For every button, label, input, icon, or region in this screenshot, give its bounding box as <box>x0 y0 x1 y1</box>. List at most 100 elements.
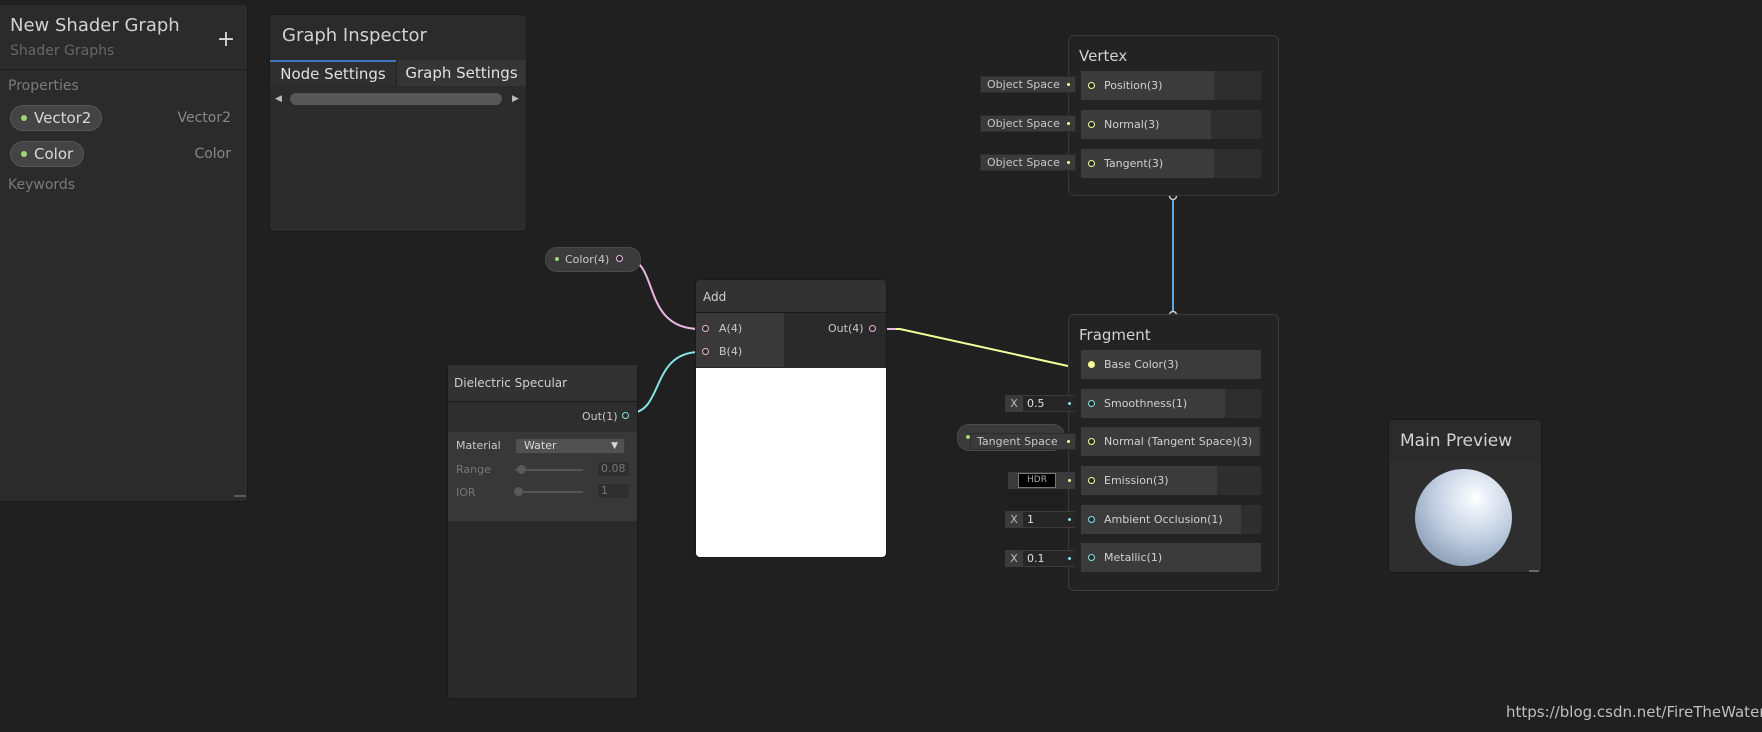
inspector-title: Graph Inspector <box>282 25 427 46</box>
wire-dielectric-to-add-b <box>629 351 701 414</box>
color-property-node[interactable]: Color(4) <box>545 247 641 272</box>
chip-port-icon <box>1068 518 1071 521</box>
blackboard-title: New Shader Graph <box>10 15 180 36</box>
input-port[interactable] <box>1088 477 1095 484</box>
add-inputs-area: A(4) B(4) <box>696 313 784 367</box>
ior-slider[interactable] <box>515 491 583 493</box>
input-port[interactable] <box>1088 160 1095 167</box>
ior-field[interactable]: 1 <box>597 483 630 499</box>
block-label: Emission(3) <box>1104 474 1169 487</box>
horizontal-scrollbar[interactable] <box>290 93 502 105</box>
fragment-block-normal[interactable]: Normal (Tangent Space)(3) <box>1081 427 1261 456</box>
keywords-section-label: Keywords <box>8 177 76 193</box>
scroll-left-icon[interactable]: ◀ <box>275 94 282 104</box>
ior-slider-knob[interactable] <box>514 487 523 496</box>
add-node-preview <box>696 368 886 557</box>
properties-section-label: Properties <box>8 78 79 94</box>
field-prefix: X <box>1010 552 1018 565</box>
dielectric-properties: Material Water ▼ Range 0.08 IOR 1 <box>448 432 637 521</box>
field-prefix: X <box>1010 397 1018 410</box>
color-output-port[interactable] <box>616 255 623 262</box>
fragment-block-base-color[interactable]: Base Color(3) <box>1081 350 1261 379</box>
main-preview-panel[interactable]: Main Preview <box>1388 419 1542 573</box>
tangent-space-chip[interactable]: Object Space <box>980 154 1076 171</box>
vertex-context[interactable]: Vertex Position(3) Normal(3) Tangent(3) <box>1068 35 1279 196</box>
property-pill-vector2[interactable]: Vector2 <box>10 105 103 131</box>
chip-port-icon <box>1067 161 1070 164</box>
blackboard-panel: New Shader Graph Shader Graphs + Propert… <box>0 5 248 502</box>
chip-label: Object Space <box>987 117 1060 130</box>
output-label: Out(1) <box>582 410 618 423</box>
add-property-button[interactable]: + <box>216 27 236 52</box>
input-port[interactable] <box>1088 361 1095 368</box>
property-type: Color <box>194 146 231 162</box>
input-port[interactable] <box>1088 438 1095 445</box>
position-space-chip[interactable]: Object Space <box>980 76 1076 93</box>
fragment-block-smoothness[interactable]: Smoothness(1) <box>1081 389 1261 418</box>
block-label: Normal(3) <box>1104 118 1160 131</box>
dielectric-output-row: Out(1) <box>448 402 637 433</box>
range-field[interactable]: 0.08 <box>597 461 630 477</box>
add-node[interactable]: Add A(4) B(4) Out(4) <box>695 279 887 558</box>
normal-tangent-space-chip[interactable]: Tangent Space <box>970 433 1076 450</box>
watermark-text: https://blog.csdn.net/FireTheWater <box>1506 703 1762 721</box>
emission-color-field[interactable]: HDR <box>1008 472 1075 489</box>
input-port-a[interactable] <box>702 325 709 332</box>
field-prefix: X <box>1010 513 1018 526</box>
fragment-block-emission[interactable]: Emission(3) <box>1081 466 1261 495</box>
material-dropdown[interactable]: Water ▼ <box>515 438 625 454</box>
dielectric-title: Dielectric Specular <box>454 376 568 390</box>
fragment-block-ambient-occlusion[interactable]: Ambient Occlusion(1) <box>1081 505 1261 534</box>
normal-space-chip[interactable]: Object Space <box>980 115 1076 132</box>
wire-add-to-basecolor <box>879 328 1069 367</box>
scroll-right-icon[interactable]: ▶ <box>512 94 519 104</box>
input-port[interactable] <box>1088 82 1095 89</box>
hdr-swatch[interactable]: HDR <box>1018 473 1056 488</box>
material-value: Water <box>524 439 557 452</box>
smoothness-field[interactable]: X 0.5 <box>1005 395 1075 412</box>
preview-title: Main Preview <box>1400 431 1513 451</box>
fragment-title: Fragment <box>1079 326 1151 344</box>
resize-handle-icon[interactable] <box>1529 570 1539 572</box>
vertex-block-tangent[interactable]: Tangent(3) <box>1081 149 1261 178</box>
ambient-occlusion-field[interactable]: X 1 <box>1005 511 1075 528</box>
block-label: Smoothness(1) <box>1104 397 1188 410</box>
dielectric-specular-node[interactable]: Dielectric Specular Out(1) Material Wate… <box>447 364 638 699</box>
input-port[interactable] <box>1088 400 1095 407</box>
preview-viewport[interactable] <box>1389 463 1541 572</box>
tab-node-settings[interactable]: Node Settings <box>270 60 396 86</box>
property-pill-color[interactable]: Color <box>10 141 85 167</box>
property-name: Vector2 <box>34 109 92 127</box>
input-port[interactable] <box>1088 516 1095 523</box>
block-label: Base Color(3) <box>1104 358 1179 371</box>
range-label: Range <box>456 463 491 476</box>
chip-port-icon <box>1067 440 1070 443</box>
graph-inspector-panel: Graph Inspector Node Settings Graph Sett… <box>269 14 527 232</box>
range-slider-knob[interactable] <box>517 465 526 474</box>
chip-port-icon <box>1068 479 1071 482</box>
color-node-label: Color(4) <box>565 253 610 266</box>
input-port[interactable] <box>1088 554 1095 561</box>
vertex-block-normal[interactable]: Normal(3) <box>1081 110 1261 139</box>
block-label: Metallic(1) <box>1104 551 1163 564</box>
chip-port-icon <box>1067 122 1070 125</box>
chevron-down-icon: ▼ <box>611 441 618 451</box>
output-port[interactable] <box>622 412 629 419</box>
block-label: Tangent(3) <box>1104 157 1164 170</box>
metallic-field[interactable]: X 0.1 <box>1005 550 1075 567</box>
vertex-block-position[interactable]: Position(3) <box>1081 71 1261 100</box>
block-label: Ambient Occlusion(1) <box>1104 513 1223 526</box>
preview-sphere <box>1415 469 1512 566</box>
output-label: Out(4) <box>828 322 864 335</box>
fragment-block-metallic[interactable]: Metallic(1) <box>1081 543 1261 572</box>
output-port[interactable] <box>869 325 876 332</box>
block-label: Position(3) <box>1104 79 1163 92</box>
tab-graph-settings[interactable]: Graph Settings <box>396 60 526 86</box>
property-name: Color <box>34 145 74 163</box>
chip-port-icon <box>1068 402 1071 405</box>
fragment-context[interactable]: Fragment Base Color(3) Smoothness(1) Nor… <box>1068 314 1279 591</box>
input-port-b[interactable] <box>702 348 709 355</box>
resize-handle-icon[interactable] <box>234 495 246 497</box>
input-port[interactable] <box>1088 121 1095 128</box>
ior-label: IOR <box>456 486 476 499</box>
